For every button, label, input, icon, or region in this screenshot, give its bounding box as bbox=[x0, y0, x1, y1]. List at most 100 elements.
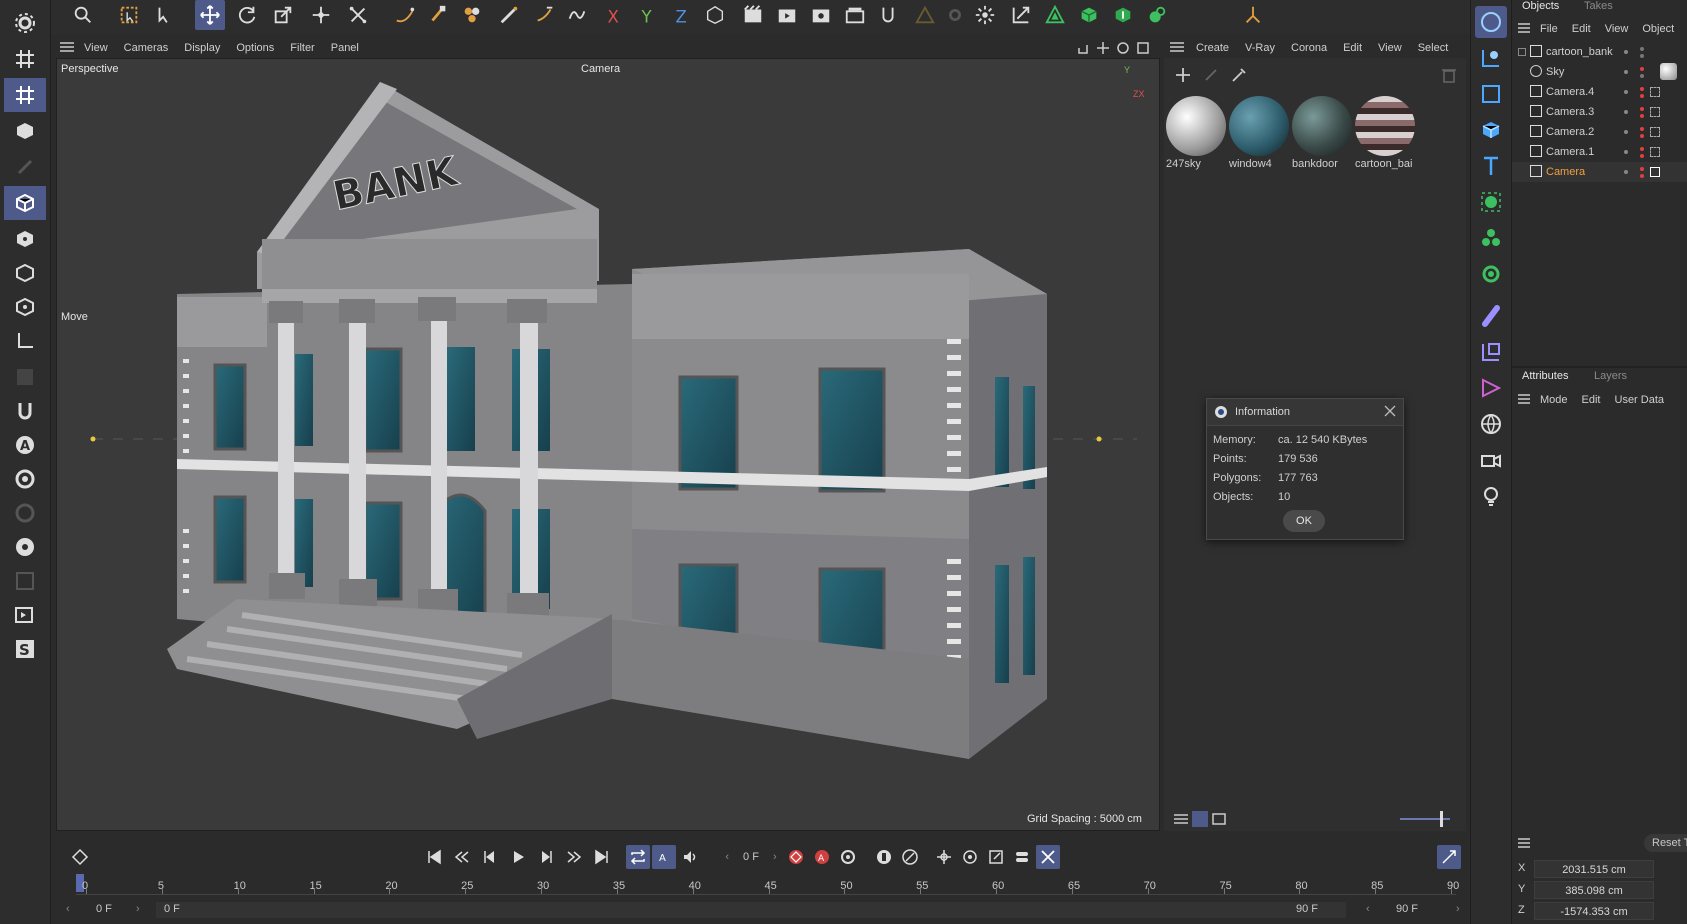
render-view-icon[interactable] bbox=[738, 0, 768, 30]
x-axis-lock-icon[interactable]: X bbox=[598, 0, 628, 30]
record-keys-icon[interactable] bbox=[784, 845, 808, 869]
menu-object[interactable]: Object bbox=[1642, 23, 1674, 35]
layer-icon[interactable] bbox=[1624, 170, 1628, 174]
next-key-icon[interactable] bbox=[562, 845, 586, 869]
snap-tool-icon[interactable] bbox=[343, 0, 373, 30]
axis-tool-icon[interactable] bbox=[1238, 0, 1268, 30]
field-icon[interactable] bbox=[1475, 336, 1507, 368]
large-view-icon[interactable] bbox=[1212, 813, 1226, 828]
add-material-icon[interactable] bbox=[1174, 66, 1192, 87]
expand-icon[interactable] bbox=[1518, 48, 1526, 56]
scale-tool-icon[interactable] bbox=[268, 0, 298, 30]
tab-takes[interactable]: Takes bbox=[1584, 0, 1613, 12]
rectangle-spline-icon[interactable] bbox=[1475, 78, 1507, 110]
menu-select[interactable]: Select bbox=[1418, 42, 1449, 54]
light-bulb-icon[interactable] bbox=[1475, 480, 1507, 512]
select-tool-icon[interactable] bbox=[150, 0, 180, 30]
grid-view-icon[interactable] bbox=[1192, 811, 1208, 827]
snap-magnet-icon[interactable] bbox=[4, 394, 46, 428]
menu-mode[interactable]: Mode bbox=[1540, 394, 1568, 406]
model-mode-icon[interactable] bbox=[4, 114, 46, 148]
play-icon[interactable] bbox=[506, 845, 530, 869]
vray-cube-icon[interactable] bbox=[1074, 0, 1104, 30]
menu-view-objects[interactable]: View bbox=[1605, 23, 1629, 35]
list-view-icon[interactable] bbox=[1174, 813, 1188, 828]
coordinate-system-icon[interactable] bbox=[700, 0, 730, 30]
visibility-icon[interactable] bbox=[4, 530, 46, 564]
render-dot[interactable] bbox=[1640, 134, 1644, 138]
interactive-render-icon[interactable] bbox=[4, 598, 46, 632]
eyedropper-icon[interactable] bbox=[1230, 66, 1248, 87]
sky-material-tag[interactable] bbox=[1660, 63, 1677, 80]
points-mode-icon[interactable] bbox=[4, 222, 46, 256]
menu-display[interactable]: Display bbox=[184, 42, 220, 54]
visibility-dot[interactable] bbox=[1640, 47, 1644, 51]
settings-gear-dim-icon[interactable] bbox=[940, 0, 970, 30]
coordinates-hamburger-icon[interactable] bbox=[1518, 838, 1530, 851]
end-frame-field[interactable]: 90 F bbox=[1396, 903, 1418, 915]
menu-filter[interactable]: Filter bbox=[290, 42, 314, 54]
position-y-field[interactable]: 385.098 cm bbox=[1534, 881, 1654, 899]
keyframe-diamond-icon[interactable] bbox=[68, 845, 92, 869]
previous-key-icon[interactable] bbox=[450, 845, 474, 869]
environment-globe-icon[interactable] bbox=[1475, 408, 1507, 440]
text-spline-icon[interactable] bbox=[1475, 150, 1507, 182]
deformer-icon[interactable] bbox=[1475, 300, 1507, 332]
previous-frame-icon[interactable] bbox=[478, 845, 502, 869]
hamburger-menu-icon[interactable] bbox=[60, 41, 74, 55]
tab-objects[interactable]: Objects bbox=[1522, 0, 1559, 12]
spline-primitive-icon[interactable] bbox=[1475, 42, 1507, 74]
material-link-icon[interactable] bbox=[1202, 66, 1220, 87]
generator-icon[interactable] bbox=[1475, 186, 1507, 218]
dialog-titlebar[interactable]: Information bbox=[1207, 399, 1403, 426]
texture-mode-icon[interactable] bbox=[4, 150, 46, 184]
dolly-icon[interactable] bbox=[1096, 41, 1110, 58]
menu-panel[interactable]: Panel bbox=[331, 42, 359, 54]
render-queue-icon[interactable] bbox=[840, 0, 870, 30]
search-icon[interactable] bbox=[68, 0, 98, 30]
ok-button[interactable]: OK bbox=[1283, 510, 1325, 532]
thumbnail-size-handle[interactable] bbox=[1440, 811, 1443, 827]
key-tangents-icon[interactable] bbox=[872, 845, 896, 869]
pan-hand-icon[interactable] bbox=[1076, 41, 1090, 58]
menu-cameras[interactable]: Cameras bbox=[124, 42, 169, 54]
keyframe-settings-icon[interactable] bbox=[836, 845, 860, 869]
position-x-field[interactable]: 2031.515 cm bbox=[1534, 860, 1654, 878]
vray-proxy-icon[interactable] bbox=[1142, 0, 1172, 30]
cube-icon[interactable] bbox=[1475, 114, 1507, 146]
render-dot[interactable] bbox=[1640, 74, 1644, 78]
knife-icon[interactable] bbox=[530, 0, 560, 30]
object-sphere-icon[interactable] bbox=[1475, 6, 1507, 38]
orbit-icon[interactable] bbox=[1116, 41, 1130, 58]
render-region-icon[interactable] bbox=[4, 564, 46, 598]
settings-icon[interactable] bbox=[4, 462, 46, 496]
autokey-mode-icon[interactable]: A bbox=[652, 845, 676, 869]
point-level-animation-icon[interactable] bbox=[1036, 845, 1060, 869]
render-dot[interactable] bbox=[1640, 114, 1644, 118]
scale-key-icon[interactable] bbox=[984, 845, 1008, 869]
z-axis-lock-icon[interactable]: Z bbox=[666, 0, 696, 30]
active-camera-tag-icon[interactable] bbox=[1650, 167, 1660, 177]
attributes-hamburger-icon[interactable] bbox=[1518, 393, 1530, 407]
goto-end-icon[interactable] bbox=[590, 845, 614, 869]
magnet-icon[interactable] bbox=[873, 0, 903, 30]
playhead-marker[interactable] bbox=[76, 874, 84, 892]
maximize-view-icon[interactable] bbox=[1136, 41, 1150, 58]
trash-icon[interactable] bbox=[1440, 66, 1458, 87]
object-row-active[interactable]: Camera bbox=[1512, 162, 1687, 182]
sketch-tool-icon[interactable] bbox=[423, 0, 453, 30]
grid-icon[interactable] bbox=[4, 42, 46, 76]
cloner-icon[interactable] bbox=[1475, 222, 1507, 254]
layer-icon[interactable] bbox=[1624, 70, 1628, 74]
rotate-tool-icon[interactable] bbox=[232, 0, 262, 30]
object-row[interactable]: Camera.1 bbox=[1512, 142, 1687, 162]
reset-transform-button[interactable]: Reset T bbox=[1644, 834, 1687, 852]
menu-vray[interactable]: V-Ray bbox=[1245, 42, 1275, 54]
corona-icon[interactable] bbox=[1040, 0, 1070, 30]
viewport[interactable]: Perspective Camera Move Grid Spacing : 5… bbox=[56, 58, 1160, 831]
menu-edit-attributes[interactable]: Edit bbox=[1582, 394, 1601, 406]
paint-bucket-icon[interactable] bbox=[457, 0, 487, 30]
text-mode-icon[interactable]: A bbox=[4, 428, 46, 462]
visibility-dot[interactable] bbox=[1640, 67, 1644, 71]
vray-light-icon[interactable] bbox=[1108, 0, 1138, 30]
